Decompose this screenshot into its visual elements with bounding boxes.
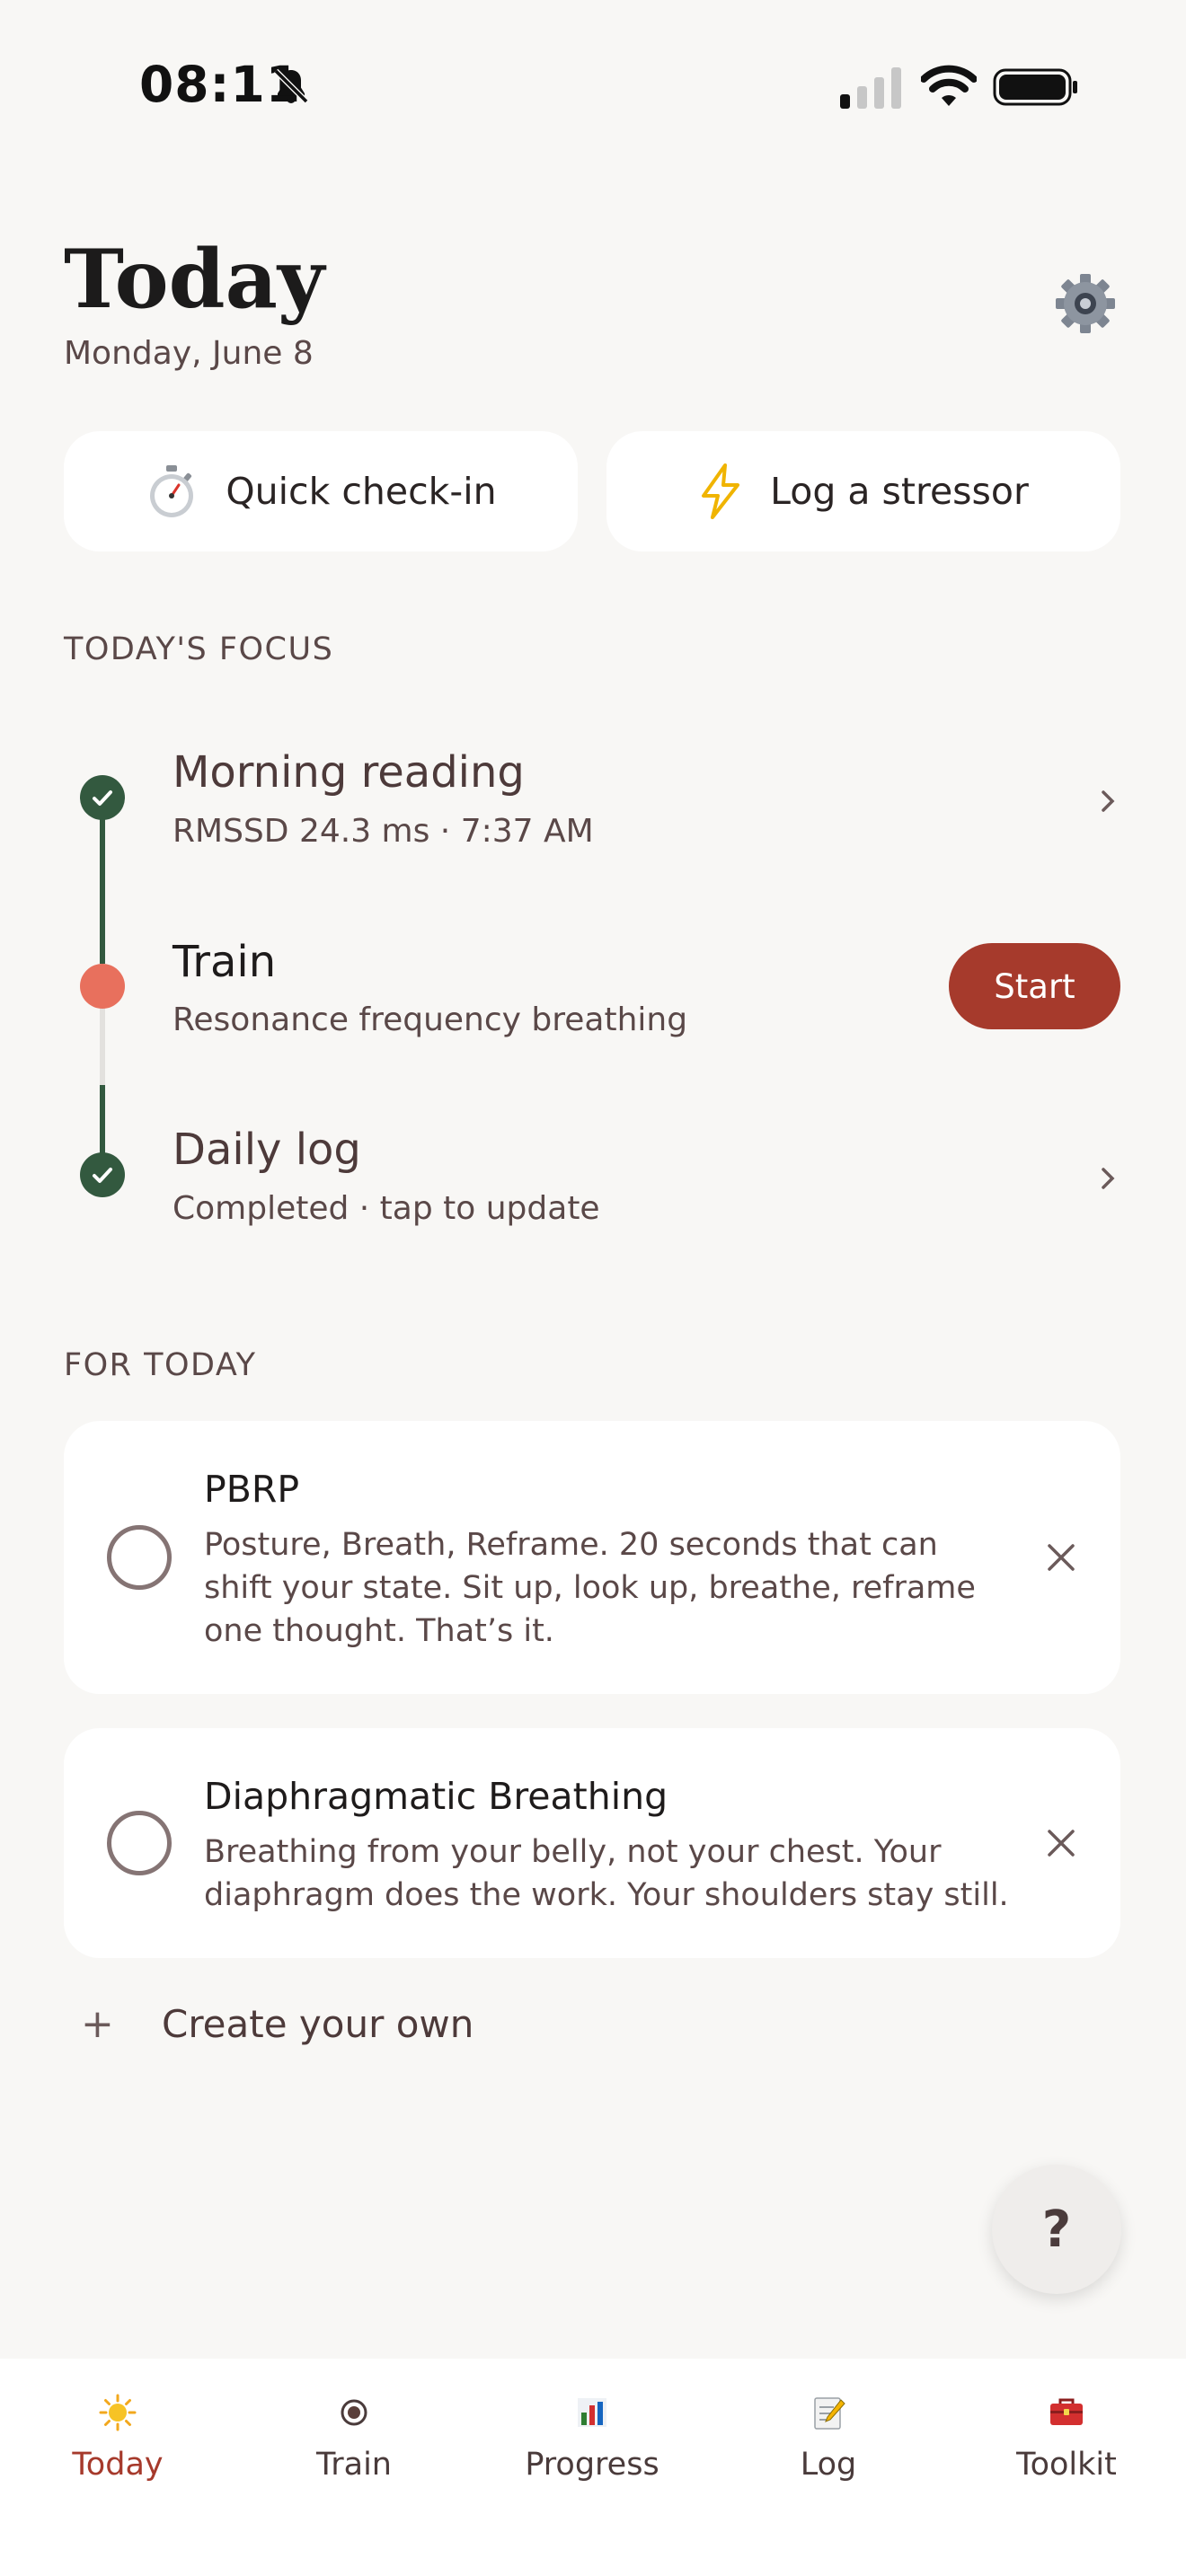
log-stressor-label: Log a stressor (770, 470, 1029, 513)
focus-item-title: Daily log (173, 1125, 361, 1175)
create-your-own-button[interactable]: + Create your own (81, 2001, 474, 2047)
quick-check-in-button[interactable]: Quick check-in (64, 431, 578, 551)
tab-log[interactable]: Log (739, 2393, 918, 2510)
focus-item-title: Train (173, 937, 277, 987)
timeline-connector (100, 798, 105, 964)
bell-muted-icon (273, 68, 309, 104)
todays-focus-heading: TODAY'S FOCUS (64, 631, 334, 667)
create-your-own-label: Create your own (162, 2002, 474, 2046)
close-icon[interactable] (1043, 1825, 1079, 1861)
memo-icon (814, 2397, 845, 2430)
page-title: Today (64, 232, 325, 327)
tab-train[interactable]: Train (264, 2393, 444, 2510)
lightning-icon (702, 463, 740, 519)
plus-icon: + (81, 2001, 114, 2047)
practice-card-pbrp[interactable]: PBRP Posture, Breath, Reframe. 20 second… (64, 1421, 1120, 1694)
target-icon (341, 2399, 367, 2426)
log-stressor-button[interactable]: Log a stressor (606, 431, 1120, 551)
focus-item-subtitle: RMSSD 24.3 ms · 7:37 AM (173, 813, 594, 850)
tab-label: Today (72, 2447, 164, 2483)
focus-item-subtitle: Completed · tap to update (173, 1190, 600, 1227)
check-icon (80, 1152, 125, 1197)
help-button[interactable]: ? (992, 2165, 1121, 2294)
focus-item-title: Morning reading (173, 747, 525, 798)
timeline-dot-active (80, 964, 125, 1009)
tab-progress[interactable]: Progress (502, 2393, 682, 2510)
stopwatch-icon (150, 465, 194, 517)
tab-today[interactable]: Today (28, 2393, 208, 2510)
today-screen: 08:11 Today Monday, June 8 Quick check-i… (0, 0, 1186, 2576)
wifi-icon (921, 65, 977, 106)
practice-card-body: Posture, Breath, Reframe. 20 seconds tha… (204, 1527, 976, 1649)
practice-card-title: Diaphragmatic Breathing (204, 1775, 668, 1818)
practice-card-diaphragmatic-breathing[interactable]: Diaphragmatic Breathing Breathing from y… (64, 1728, 1120, 1958)
tab-toolkit[interactable]: Toolkit (977, 2393, 1156, 2510)
tab-label: Progress (525, 2447, 659, 2483)
battery-icon (993, 68, 1077, 106)
cellular-signal-icon (840, 67, 901, 109)
status-bar: 08:11 (0, 0, 1186, 171)
close-icon[interactable] (1043, 1539, 1079, 1575)
practice-card-title: PBRP (204, 1468, 300, 1511)
start-button[interactable]: Start (949, 943, 1120, 1029)
for-today-heading: FOR TODAY (64, 1347, 257, 1383)
chevron-right-icon (1102, 790, 1115, 812)
check-icon (80, 775, 125, 820)
chevron-right-icon (1102, 1168, 1115, 1189)
quick-check-in-label: Quick check-in (226, 470, 497, 513)
complete-toggle[interactable] (107, 1811, 172, 1875)
tab-label: Log (800, 2447, 857, 2483)
chart-icon (578, 2398, 606, 2427)
practice-card-body: Breathing from your belly, not your ches… (204, 1834, 1009, 1913)
bottom-tab-bar: Today Train Progress Log Toolkit (0, 2359, 1186, 2576)
page-date: Monday, June 8 (64, 335, 314, 372)
sun-icon (99, 2394, 137, 2431)
complete-toggle[interactable] (107, 1525, 172, 1590)
tab-label: Toolkit (1016, 2447, 1117, 2483)
gear-icon[interactable] (1053, 271, 1118, 336)
focus-item-subtitle: Resonance frequency breathing (173, 1001, 688, 1038)
tab-label: Train (316, 2447, 392, 2483)
toolbox-icon (1050, 2398, 1083, 2425)
